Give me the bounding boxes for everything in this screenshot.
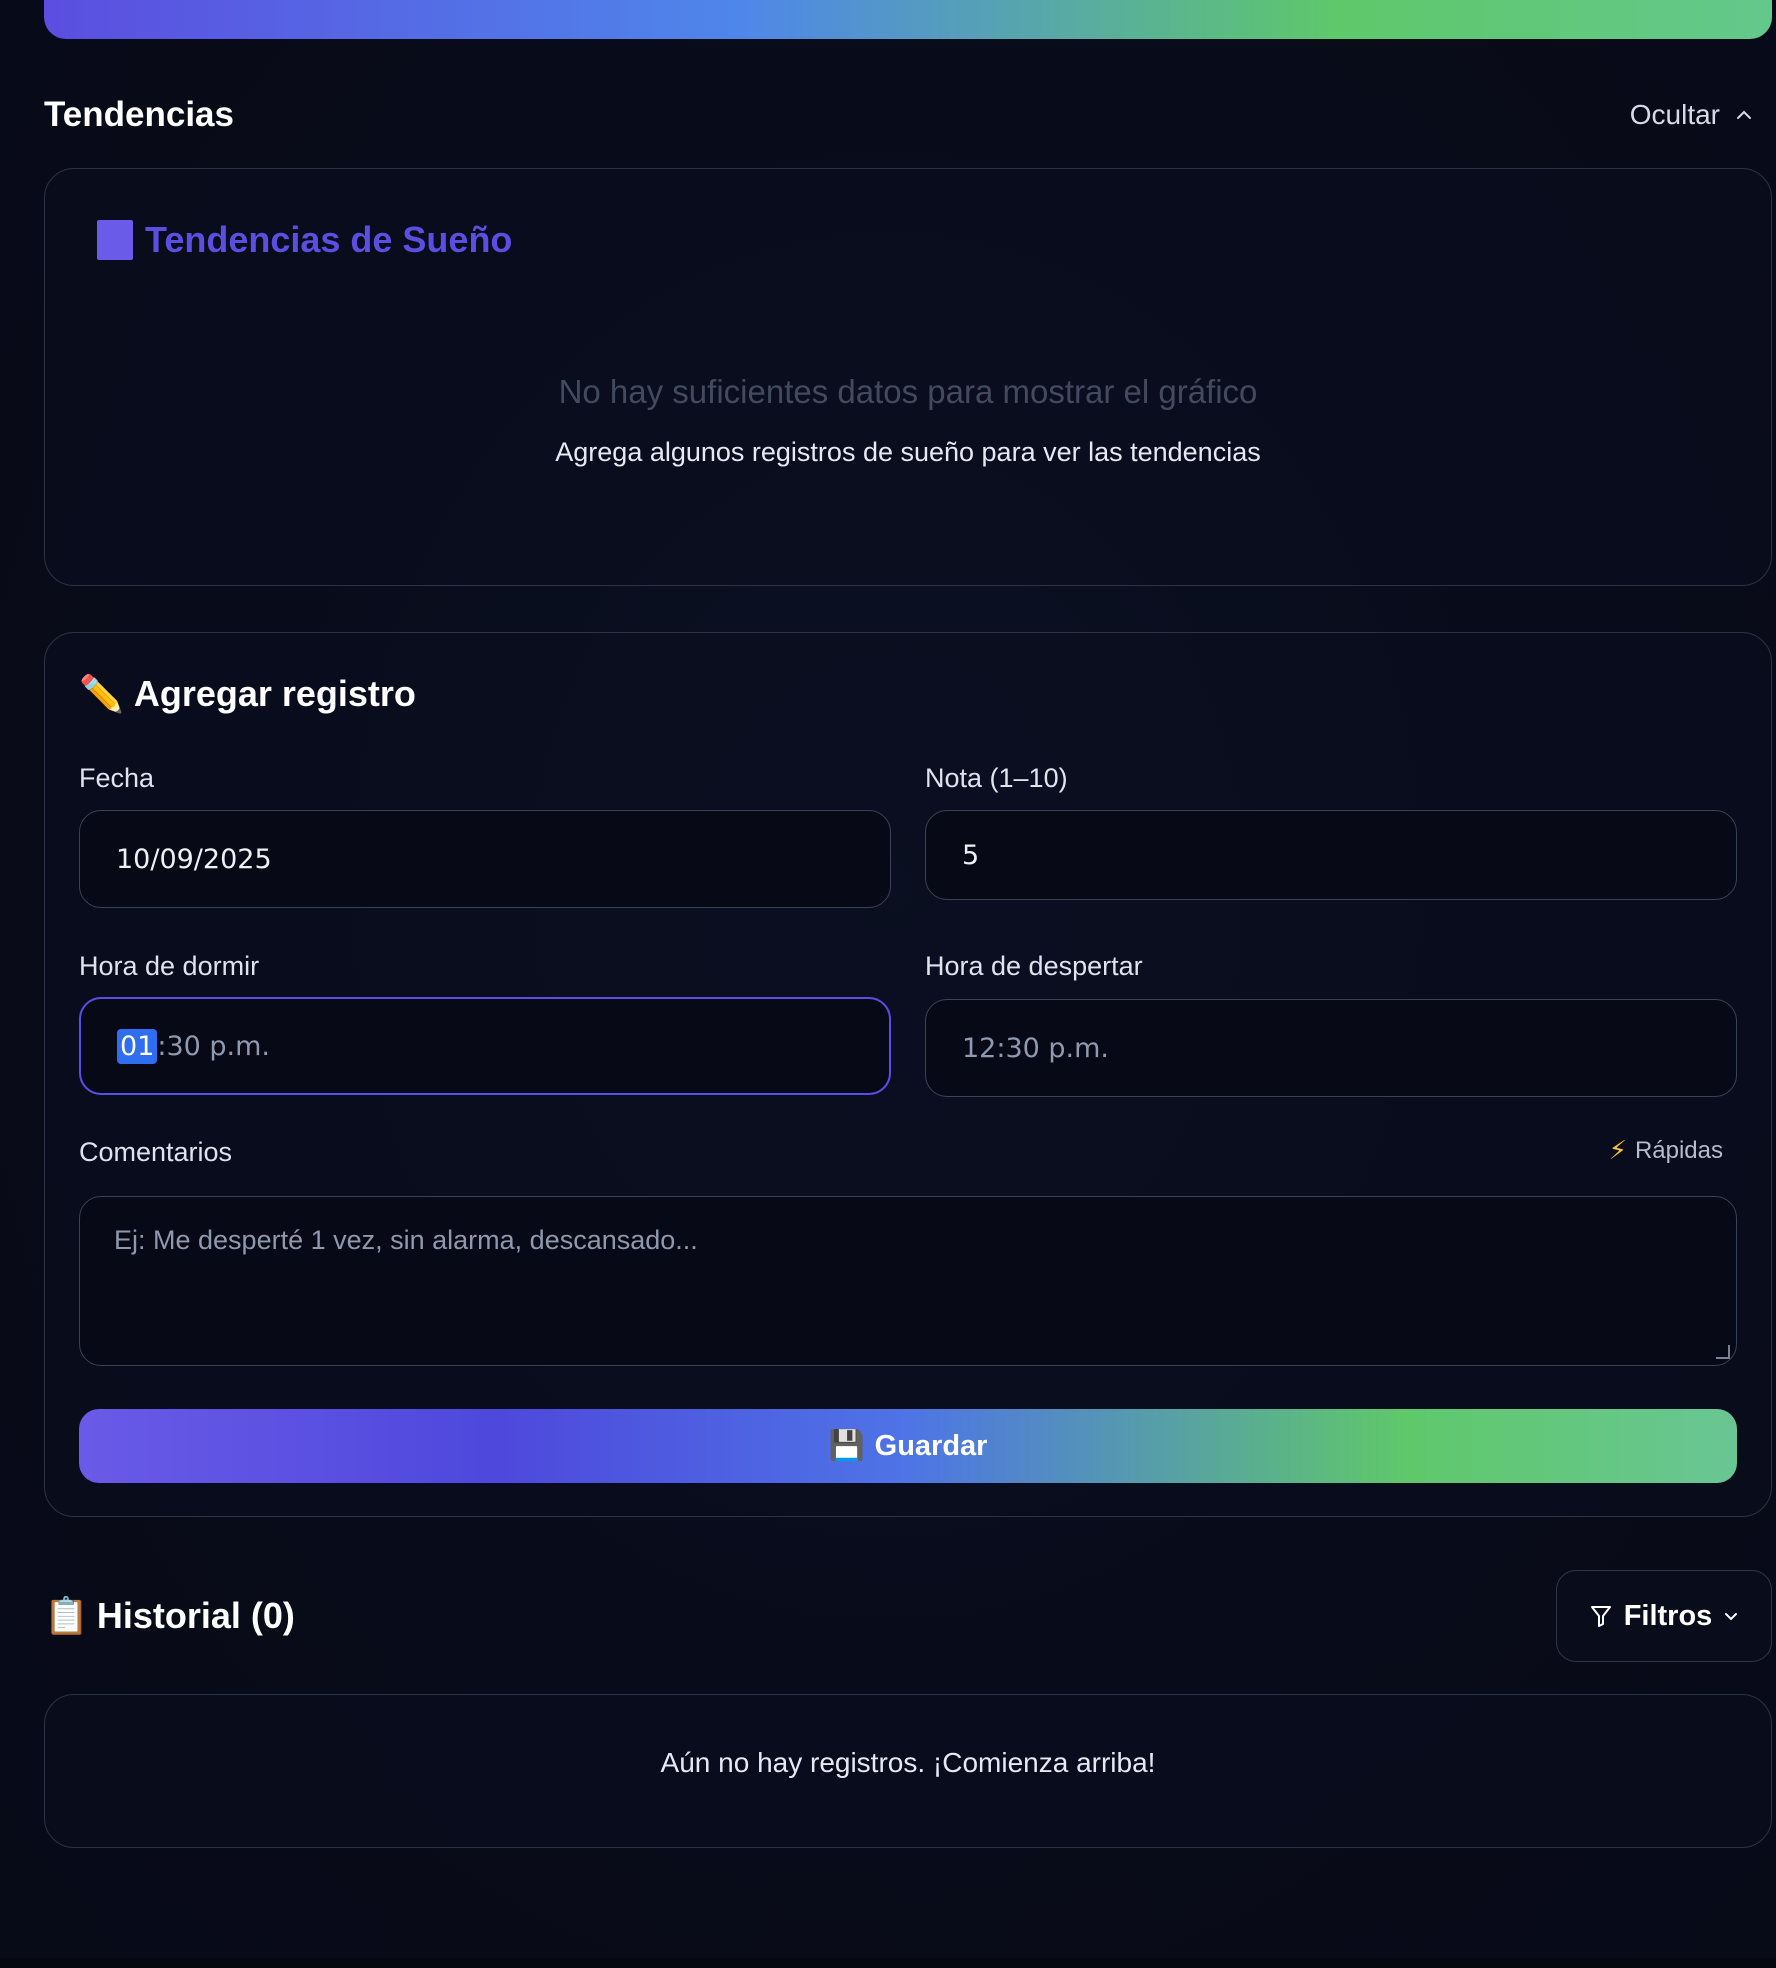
wake-time-value: 12:30 p.m. <box>962 1032 1109 1064</box>
hide-trends-label: Ocultar <box>1629 99 1720 130</box>
chevron-down-icon <box>1724 1612 1738 1621</box>
comments-placeholder: Ej: Me desperté 1 vez, sin alarma, desca… <box>114 1225 698 1255</box>
chart-empty-hint: Agrega algunos registros de sueño para v… <box>555 437 1261 467</box>
trends-section-title: Tendencias <box>44 95 234 134</box>
chevron-up-icon <box>1736 110 1752 120</box>
trends-header: Tendencias Ocultar <box>44 90 1772 140</box>
trends-chart-card: Tendencias de Sueño No hay suficientes d… <box>44 168 1772 586</box>
trends-chart-title: Tendencias de Sueño <box>97 219 512 261</box>
wake-time-label: Hora de despertar <box>925 951 1143 981</box>
lightning-icon: ⚡ <box>1608 1135 1627 1165</box>
quick-comments-button[interactable]: ⚡ Rápidas <box>1609 1135 1723 1166</box>
footer-strip <box>0 1958 1776 1968</box>
chart-empty-message: No hay suficientes datos para mostrar el… <box>558 373 1258 410</box>
hide-trends-button[interactable]: Ocultar <box>1630 99 1772 131</box>
history-title: 📋 Historial (0) <box>44 1595 295 1637</box>
filters-label: Filtros <box>1623 1599 1713 1632</box>
clipboard-icon: 📋 <box>44 1595 89 1636</box>
filters-button[interactable]: Filtros <box>1556 1570 1772 1662</box>
rating-value: 5 <box>962 839 980 871</box>
history-title-text: Historial (0) <box>96 1595 295 1636</box>
date-input[interactable]: 10/09/2025 <box>79 810 891 908</box>
chart-square-icon <box>97 220 133 260</box>
save-button-label: Guardar <box>874 1429 988 1462</box>
history-empty-message: Aún no hay registros. ¡Comienza arriba! <box>660 1747 1156 1778</box>
history-header: 📋 Historial (0) Filtros <box>44 1570 1772 1662</box>
rating-input[interactable]: 5 <box>925 810 1737 900</box>
floppy-disk-icon: 💾 <box>828 1430 865 1462</box>
sleep-time-label: Hora de dormir <box>79 951 260 981</box>
filter-funnel-icon <box>1590 1604 1612 1628</box>
history-card: Aún no hay registros. ¡Comienza arriba! <box>44 1694 1772 1848</box>
date-value: 10/09/2025 <box>116 843 272 875</box>
add-record-title: ✏️ Agregar registro <box>79 673 416 715</box>
add-record-title-text: Agregar registro <box>133 673 416 714</box>
comments-textarea[interactable]: Ej: Me desperté 1 vez, sin alarma, desca… <box>79 1196 1737 1366</box>
wake-time-input[interactable]: 12:30 p.m. <box>925 999 1737 1097</box>
sleep-time-input[interactable]: 01:30 p.m. <box>79 997 891 1095</box>
pencil-icon: ✏️ <box>79 673 124 714</box>
resize-handle-icon[interactable] <box>1716 1345 1730 1359</box>
sleep-hour-segment[interactable]: 01 <box>117 1028 158 1064</box>
date-label: Fecha <box>79 763 155 793</box>
quick-comments-label: Rápidas <box>1634 1136 1723 1164</box>
sleep-time-rest: :30 p.m. <box>157 1030 270 1062</box>
sleep-time-value: 01:30 p.m. <box>81 1028 270 1064</box>
rating-label: Nota (1–10) <box>925 763 1068 793</box>
add-record-card: ✏️ Agregar registro Fecha 10/09/2025 Not… <box>44 632 1772 1517</box>
save-button[interactable]: 💾 Guardar <box>79 1409 1737 1483</box>
trends-chart-title-text: Tendencias de Sueño <box>145 219 513 260</box>
comments-label: Comentarios <box>79 1137 233 1167</box>
top-gradient-bar <box>44 0 1772 39</box>
